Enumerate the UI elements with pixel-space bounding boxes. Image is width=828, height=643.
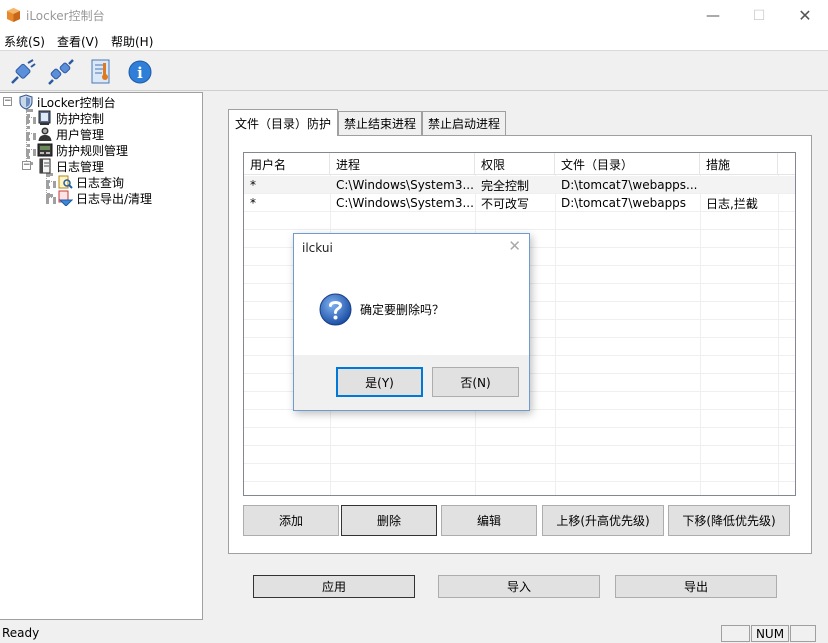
cell-action: 日志,拦截 <box>706 196 758 211</box>
info-symbol: i <box>137 64 143 82</box>
apply-button[interactable]: 应用 <box>253 575 415 598</box>
dialog-close-button[interactable]: ✕ <box>508 237 521 255</box>
tree-item-label: 用户管理 <box>56 127 105 142</box>
cell-user: * <box>250 196 256 210</box>
tree-expander[interactable]: − <box>3 97 12 106</box>
tree-item-protection-control[interactable]: 防护控制 <box>37 110 104 126</box>
export-button[interactable]: 导出 <box>615 575 777 598</box>
info-icon: i <box>128 60 152 84</box>
tree-expander[interactable]: − <box>22 161 31 170</box>
tree-item-log-export[interactable]: 日志导出/清理 <box>57 190 152 206</box>
tree-connector <box>26 149 36 153</box>
status-bar: Ready NUM <box>0 623 828 643</box>
tree-item-label: 防护控制 <box>56 111 105 126</box>
tab-prevent-start[interactable]: 禁止启动进程 <box>422 111 506 135</box>
import-button[interactable]: 导入 <box>438 575 600 598</box>
column-header-file[interactable]: 文件（目录） <box>555 153 700 175</box>
list-header: 用户名 进程 权限 文件（目录） 措施 <box>244 153 795 175</box>
no-button[interactable]: 否(N) <box>432 367 519 397</box>
tree-item-user-management[interactable]: 用户管理 <box>37 126 104 142</box>
plug-disconnect-icon <box>48 59 74 85</box>
menu-system[interactable]: 系统(S) <box>4 33 45 50</box>
tree-item-label: 日志导出/清理 <box>76 191 153 206</box>
empty-row <box>244 212 795 230</box>
empty-row <box>244 410 795 428</box>
log-book-icon <box>39 158 51 174</box>
move-up-button[interactable]: 上移(升高优先级) <box>542 505 664 536</box>
tree-item-label: 防护规则管理 <box>56 143 129 158</box>
empty-row <box>244 428 795 446</box>
confirm-dialog: ilckui ✕ 确定要删除吗？ 是(Y) 否(N) <box>293 233 530 411</box>
plug-connect-icon <box>11 59 36 84</box>
empty-row <box>244 464 795 482</box>
menu-bar: 系统(S) 查看(V) 帮助(H) <box>0 31 828 51</box>
tree-item-label: iLocker控制台 <box>37 95 116 110</box>
cell-permission: 完全控制 <box>481 178 530 193</box>
edit-button[interactable]: 编辑 <box>441 505 537 536</box>
tree-item-log-management[interactable]: 日志管理 <box>37 158 104 174</box>
export-log-icon <box>58 190 73 206</box>
menu-view[interactable]: 查看(V) <box>57 33 99 50</box>
tree-connector <box>46 181 56 185</box>
rules-panel-icon <box>37 143 53 157</box>
tab-file-protection[interactable]: 文件（目录）防护 <box>228 109 338 136</box>
dialog-message: 确定要删除吗？ <box>360 303 445 317</box>
table-row[interactable]: * C:\Windows\System3... 完全控制 D:\tomcat7\… <box>244 176 795 194</box>
column-header-action[interactable]: 措施 <box>700 153 778 175</box>
cell-file: D:\tomcat7\webapps... <box>561 178 698 192</box>
menu-help[interactable]: 帮助(H) <box>111 33 153 50</box>
tree-item-label: 日志查询 <box>76 175 125 190</box>
cell-action <box>700 176 778 194</box>
delete-button[interactable]: 删除 <box>341 505 437 536</box>
app-icon <box>7 8 20 22</box>
maximize-button[interactable]: ☐ <box>736 0 782 31</box>
cell-process: C:\Windows\System3... <box>336 196 474 210</box>
column-header-process[interactable]: 进程 <box>330 153 475 175</box>
column-header-user[interactable]: 用户名 <box>244 153 330 175</box>
table-row[interactable]: * C:\Windows\System3... 不可改写 D:\tomcat7\… <box>244 194 795 212</box>
tree-item-root[interactable]: iLocker控制台 <box>18 94 116 110</box>
search-log-icon <box>58 175 73 189</box>
title-bar: iLocker控制台 — ☐ ✕ <box>0 0 828 31</box>
tree-item-label: 日志管理 <box>56 159 105 174</box>
toolbar: i <box>0 52 828 91</box>
cell-process: C:\Windows\System3... <box>336 178 474 192</box>
settings-document-icon <box>91 59 110 84</box>
window-title: iLocker控制台 <box>26 9 105 23</box>
status-pane-caps <box>721 625 750 642</box>
status-text: Ready <box>2 626 40 640</box>
tree-connector <box>26 133 36 137</box>
cell-permission: 不可改写 <box>481 196 530 211</box>
add-button[interactable]: 添加 <box>243 505 339 536</box>
navigation-tree: − iLocker控制台 防护控制 用户管理 防护规则管理 − 日志管理 日志查… <box>0 92 203 620</box>
column-header-permission[interactable]: 权限 <box>475 153 555 175</box>
dialog-title: ilckui <box>302 241 333 255</box>
question-icon <box>319 293 352 326</box>
tab-prevent-terminate[interactable]: 禁止结束进程 <box>338 111 422 135</box>
move-down-button[interactable]: 下移(降低优先级) <box>668 505 790 536</box>
tree-item-rule-management[interactable]: 防护规则管理 <box>37 142 128 158</box>
tree-connector <box>46 197 56 201</box>
shield-icon <box>19 94 33 110</box>
user-icon <box>38 127 52 141</box>
tree-connector <box>46 173 50 197</box>
monitor-icon <box>38 110 51 125</box>
tree-connector <box>26 117 36 121</box>
close-button[interactable]: ✕ <box>782 0 828 31</box>
status-pane-num: NUM <box>751 625 789 642</box>
connect-button[interactable] <box>8 57 38 87</box>
about-button[interactable]: i <box>125 57 155 87</box>
disconnect-button[interactable] <box>46 57 76 87</box>
status-pane-scroll <box>790 625 816 642</box>
cell-file: D:\tomcat7\webapps <box>561 196 687 210</box>
empty-row <box>244 446 795 464</box>
cell-user: * <box>250 178 256 192</box>
tree-item-log-query[interactable]: 日志查询 <box>57 174 124 190</box>
minimize-button[interactable]: — <box>690 0 736 31</box>
settings-button[interactable] <box>86 57 116 87</box>
yes-button[interactable]: 是(Y) <box>336 367 423 397</box>
